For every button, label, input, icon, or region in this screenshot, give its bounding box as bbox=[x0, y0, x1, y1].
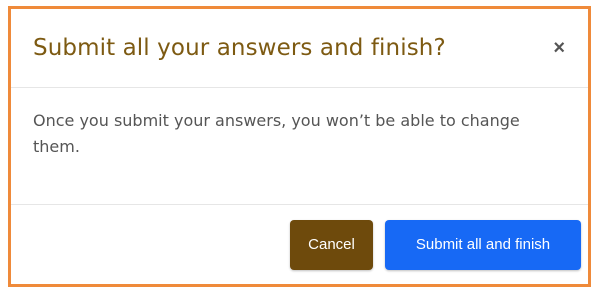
screenshot-canvas: Submit all your answers and finish? × On… bbox=[0, 0, 599, 293]
dialog-body: Once you submit your answers, you won’t … bbox=[11, 88, 588, 205]
confirm-submit-dialog: Submit all your answers and finish? × On… bbox=[8, 6, 591, 287]
dialog-header: Submit all your answers and finish? × bbox=[11, 9, 588, 88]
dialog-title: Submit all your answers and finish? bbox=[33, 35, 446, 61]
close-icon[interactable]: × bbox=[549, 34, 569, 62]
dialog-footer: Cancel Submit all and finish bbox=[11, 205, 588, 284]
dialog-message: Once you submit your answers, you won’t … bbox=[33, 111, 520, 156]
cancel-button[interactable]: Cancel bbox=[290, 219, 373, 270]
submit-all-and-finish-button[interactable]: Submit all and finish bbox=[385, 219, 581, 270]
